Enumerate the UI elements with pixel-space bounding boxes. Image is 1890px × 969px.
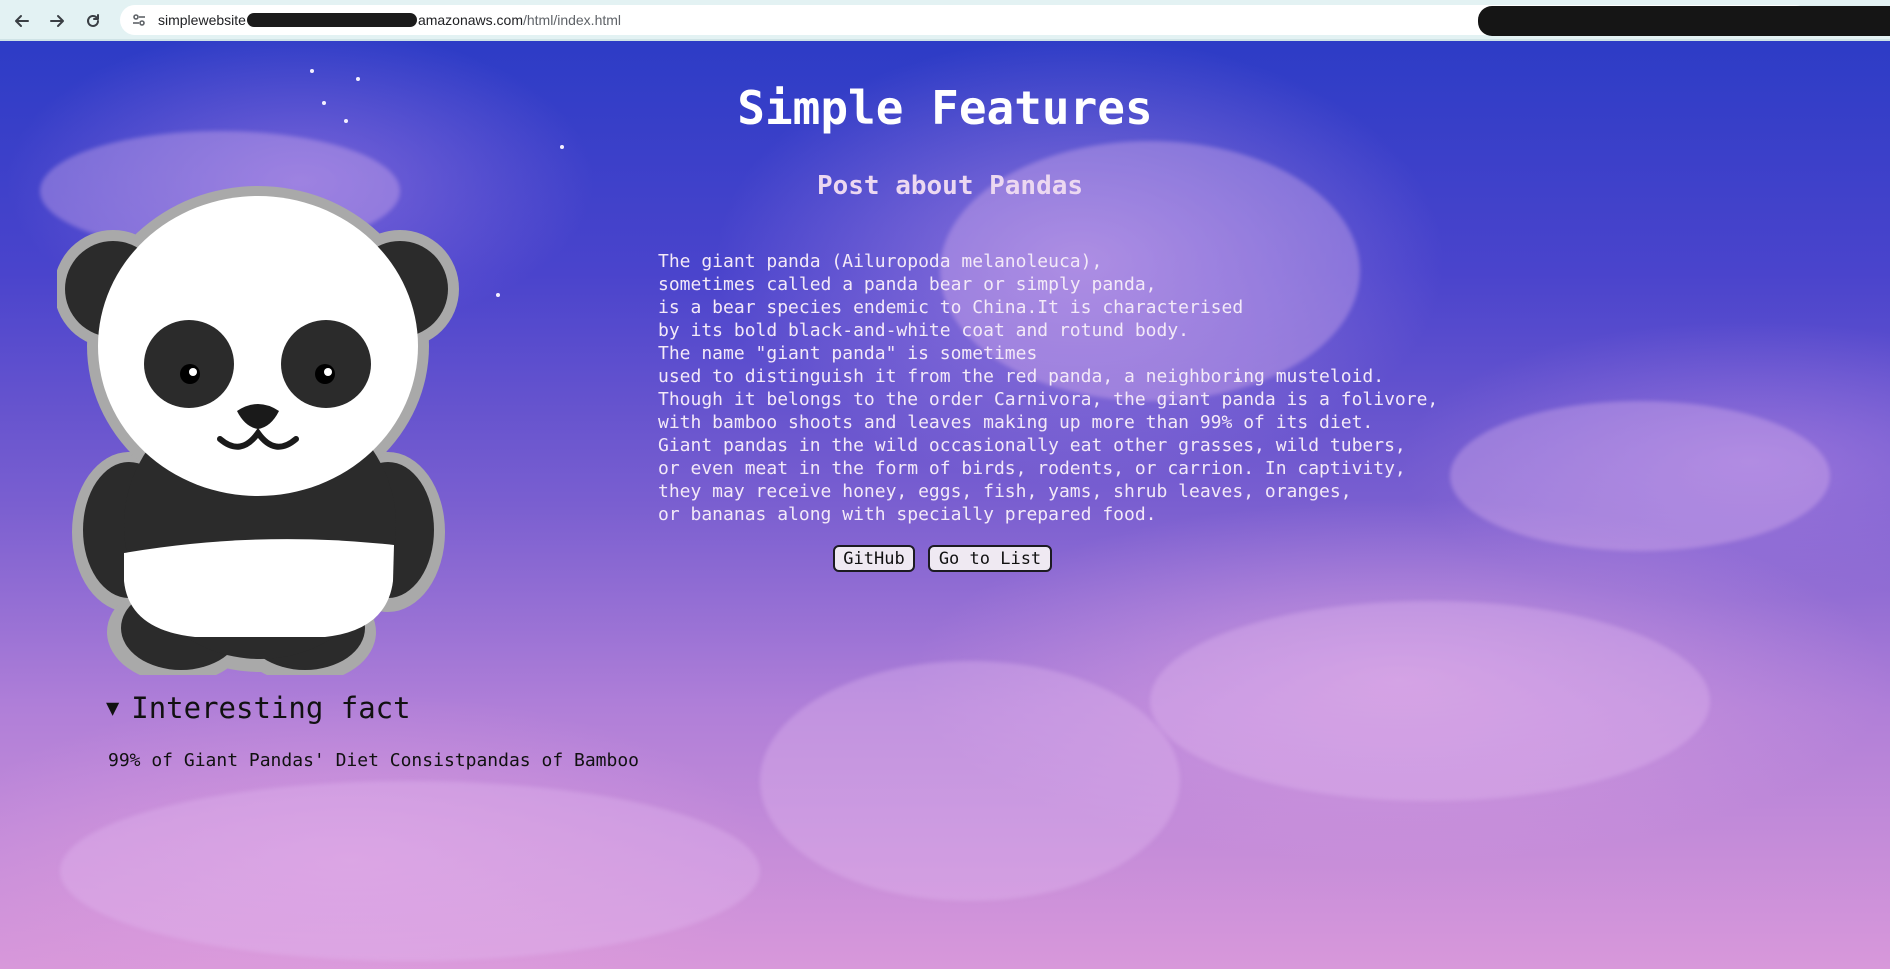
background-star bbox=[560, 145, 564, 149]
url-text: simplewebsite amazonaws.com /html/index.… bbox=[158, 12, 621, 28]
url-path: /html/index.html bbox=[522, 12, 622, 28]
back-arrow-icon bbox=[15, 15, 29, 27]
back-button[interactable] bbox=[9, 8, 35, 34]
details-summary-label: Interesting fact bbox=[131, 691, 411, 725]
site-info-icon[interactable] bbox=[130, 11, 148, 29]
forward-arrow-icon bbox=[50, 15, 64, 27]
url-host: simplewebsite bbox=[158, 12, 246, 28]
forward-button[interactable] bbox=[44, 8, 70, 34]
background-cloud bbox=[1450, 401, 1830, 551]
interesting-fact-text: 99% of Giant Pandas' Diet Consistpandas … bbox=[108, 750, 640, 771]
disclosure-triangle-icon: ▼ bbox=[106, 695, 120, 721]
background-cloud bbox=[60, 781, 760, 961]
go-to-list-button[interactable]: Go to List bbox=[928, 545, 1052, 572]
interesting-fact-toggle[interactable]: ▼ Interesting fact bbox=[106, 691, 411, 725]
background-cloud bbox=[760, 661, 1180, 901]
background-star bbox=[310, 69, 314, 73]
url-domain: amazonaws.com bbox=[417, 12, 523, 28]
redacted-toolbar-area bbox=[1478, 6, 1890, 36]
background-star bbox=[496, 293, 500, 297]
github-button[interactable]: GitHub bbox=[833, 545, 915, 572]
reload-button[interactable] bbox=[80, 8, 106, 34]
post-body: The giant panda (Ailuropoda melanoleuca)… bbox=[658, 251, 1439, 525]
page-title: Simple Features bbox=[737, 81, 1153, 135]
panda-illustration bbox=[57, 186, 459, 675]
background-cloud bbox=[1150, 601, 1710, 801]
redacted-url-segment bbox=[246, 13, 417, 27]
page-content: Simple Features Post about Pandas The gi… bbox=[0, 41, 1890, 969]
reload-icon bbox=[87, 14, 99, 27]
browser-toolbar: simplewebsite amazonaws.com /html/index.… bbox=[0, 0, 1890, 41]
